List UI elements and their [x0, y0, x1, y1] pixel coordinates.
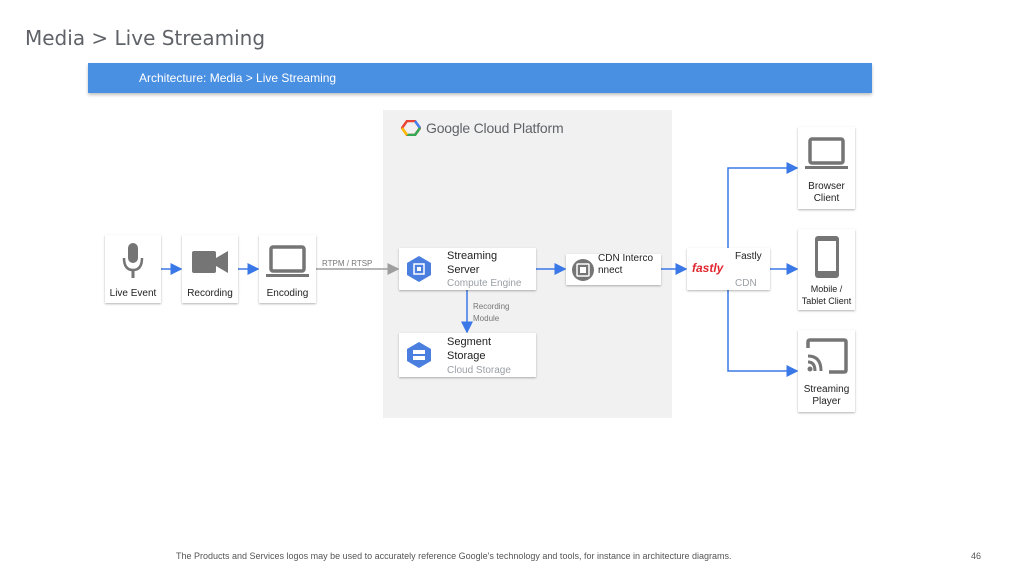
node-label: Streaming Player [803, 384, 850, 407]
arrow-fastly-to-player [727, 290, 799, 377]
node-name: Streaming Server [447, 250, 498, 276]
node-sub: Compute Engine [447, 278, 522, 289]
node-name: Fastly [735, 251, 762, 262]
node-name: Segment Storage [447, 336, 492, 362]
node-name: CDN Interconnect [598, 254, 654, 276]
fastly-logo: fastly [692, 261, 724, 275]
cloud-storage-icon [407, 342, 431, 368]
node-streaming-player: Streaming Player [798, 330, 855, 412]
arrow-fastly-to-browser [727, 162, 799, 250]
laptop-icon [266, 245, 309, 277]
node-fastly: fastly Fastly CDN [687, 248, 770, 290]
node-label: Browser Client [808, 181, 845, 204]
node-mobile-client: Mobile / Tablet Client [798, 229, 855, 310]
node-label: Live Event [109, 288, 157, 299]
footer-note: The Products and Services logos may be u… [176, 551, 732, 561]
cdn-interconnect-icon [572, 259, 594, 281]
cast-icon [806, 338, 848, 374]
mobile-phone-icon [815, 236, 839, 278]
node-sub: CDN [735, 278, 757, 289]
laptop-icon [805, 137, 848, 169]
node-recording: Recording [182, 235, 238, 303]
node-live-event: Live Event [105, 235, 161, 303]
node-label: Mobile / Tablet Client [801, 284, 852, 306]
page-number: 46 [971, 551, 982, 561]
node-sub: Cloud Storage [447, 365, 511, 376]
node-label: Encoding [266, 288, 309, 299]
microphone-icon [122, 243, 144, 278]
edge-label-recording-module: Recording Module [473, 302, 510, 323]
node-browser-client: Browser Client [798, 127, 855, 209]
node-streaming-server: Streaming Server Compute Engine [399, 248, 536, 290]
edge-label-rtpm: RTPM / RTSP [322, 259, 373, 268]
compute-engine-icon [407, 256, 431, 282]
node-encoding: Encoding [259, 235, 316, 303]
node-cdn-interconnect: CDN Interconnect [566, 254, 661, 285]
node-segment-storage: Segment Storage Cloud Storage [399, 333, 536, 377]
video-camera-icon [192, 251, 228, 273]
node-label: Recording [187, 288, 233, 299]
